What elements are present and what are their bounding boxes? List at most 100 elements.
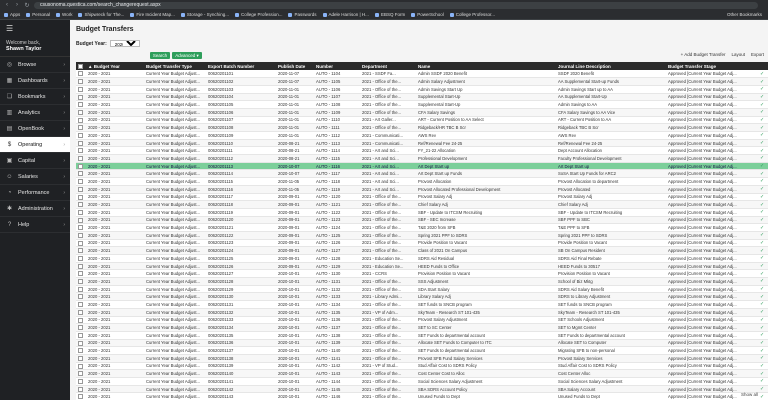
table-row[interactable]: 2020 - 2021 Current Year Budget Adjust...…	[76, 70, 768, 79]
row-checkbox-cell[interactable]	[76, 354, 86, 363]
table-row[interactable]: 2020 - 2021 Current Year Budget Adjust...…	[76, 77, 768, 86]
table-row[interactable]: 2020 - 2021 Current Year Budget Adjust...…	[76, 308, 768, 317]
table-row[interactable]: 2020 - 2021 Current Year Budget Adjust...…	[76, 139, 768, 148]
row-checkbox[interactable]	[78, 194, 83, 200]
row-checkbox[interactable]	[78, 363, 83, 369]
table-row[interactable]: 2020 - 2021 Current Year Budget Adjust...…	[76, 85, 768, 94]
table-row[interactable]: 2020 - 2021 Current Year Budget Adjust...…	[76, 208, 768, 217]
row-checkbox-cell[interactable]	[76, 239, 86, 248]
row-checkbox[interactable]	[78, 271, 83, 277]
row-checkbox[interactable]	[78, 302, 83, 308]
select-all-checkbox[interactable]	[78, 63, 83, 69]
row-checkbox[interactable]	[78, 256, 83, 262]
sidebar-item-performance[interactable]: ◔ Performance ›	[0, 185, 70, 201]
row-checkbox-cell[interactable]	[76, 216, 86, 225]
row-checkbox[interactable]	[78, 348, 83, 354]
row-checkbox[interactable]	[78, 225, 83, 231]
row-checkbox-cell[interactable]	[76, 123, 86, 132]
row-checkbox-cell[interactable]	[76, 246, 86, 255]
table-row[interactable]: 2020 - 2021 Current Year Budget Adjust...…	[76, 185, 768, 194]
row-checkbox-cell[interactable]	[76, 300, 86, 309]
column-header[interactable]: Export Batch Number	[206, 62, 276, 70]
sidebar-item-analytics[interactable]: ▥ Analytics ›	[0, 105, 70, 121]
row-checkbox[interactable]	[78, 202, 83, 208]
row-checkbox-cell[interactable]	[76, 339, 86, 348]
column-header[interactable]: Department	[360, 62, 416, 70]
add-budget-transfer-button[interactable]: + Add Budget Transfer	[681, 52, 726, 57]
row-checkbox[interactable]	[78, 355, 83, 361]
table-row[interactable]: 2020 - 2021 Current Year Budget Adjust...…	[76, 108, 768, 117]
table-row[interactable]: 2020 - 2021 Current Year Budget Adjust...…	[76, 146, 768, 156]
table-row[interactable]: 2020 - 2021 Current Year Budget Adjust...…	[76, 377, 768, 386]
bookmark-item[interactable]: Passwords	[288, 12, 317, 17]
row-checkbox[interactable]	[78, 209, 83, 215]
advanced-button[interactable]: Advanced ▾	[172, 52, 202, 59]
table-row[interactable]: 2020 - 2021 Current Year Budget Adjust...…	[76, 154, 768, 163]
table-row[interactable]: 2020 - 2021 Current Year Budget Adjust...…	[76, 323, 768, 332]
row-checkbox-cell[interactable]	[76, 392, 86, 400]
table-row[interactable]: 2020 - 2021 Current Year Budget Adjust...…	[76, 392, 768, 400]
sidebar-item-bookmarks[interactable]: ❏ Bookmarks ›	[0, 89, 70, 105]
row-checkbox[interactable]	[78, 394, 83, 400]
row-checkbox-cell[interactable]	[76, 292, 86, 302]
row-checkbox-cell[interactable]	[76, 154, 86, 163]
sidebar-item-operating[interactable]: $ Operating ›	[0, 137, 70, 153]
column-header[interactable]: Publish Date	[276, 62, 314, 70]
other-bookmarks[interactable]: Other Bookmarks	[727, 12, 762, 17]
table-row[interactable]: 2020 - 2021 Current Year Budget Adjust...…	[76, 331, 768, 340]
row-checkbox[interactable]	[78, 86, 83, 92]
table-row[interactable]: 2020 - 2021 Current Year Budget Adjust...…	[76, 231, 768, 240]
table-row[interactable]: 2020 - 2021 Current Year Budget Adjust...…	[76, 285, 768, 294]
row-checkbox[interactable]	[78, 179, 83, 185]
row-checkbox[interactable]	[78, 386, 83, 392]
bookmark-item[interactable]: Fire Incident Map...	[130, 12, 175, 17]
menu-icon[interactable]: ☰	[0, 20, 70, 36]
table-row[interactable]: 2020 - 2021 Current Year Budget Adjust...…	[76, 216, 768, 225]
row-checkbox-cell[interactable]	[76, 146, 86, 156]
column-header[interactable]: Name	[416, 62, 556, 70]
row-checkbox-cell[interactable]	[76, 385, 86, 394]
bookmark-item[interactable]: EBSQ Form	[374, 12, 405, 17]
table-row[interactable]: 2020 - 2021 Current Year Budget Adjust...…	[76, 177, 768, 186]
row-checkbox[interactable]	[78, 279, 83, 285]
bookmark-item[interactable]: Apps	[4, 12, 20, 17]
row-checkbox[interactable]	[78, 117, 83, 123]
row-checkbox[interactable]	[78, 294, 83, 300]
bookmark-item[interactable]: PowerSchool	[411, 12, 444, 17]
column-header[interactable]: Journal Line Description	[556, 62, 666, 70]
table-row[interactable]: 2020 - 2021 Current Year Budget Adjust...…	[76, 100, 768, 109]
table-row[interactable]: 2020 - 2021 Current Year Budget Adjust...…	[76, 169, 768, 179]
row-checkbox[interactable]	[78, 286, 83, 292]
row-checkbox[interactable]	[78, 163, 83, 169]
row-checkbox-cell[interactable]	[76, 316, 86, 325]
bookmark-item[interactable]: College Professor...	[449, 12, 495, 17]
row-checkbox[interactable]	[78, 102, 83, 108]
row-checkbox[interactable]	[78, 232, 83, 238]
row-checkbox[interactable]	[78, 148, 83, 154]
row-checkbox[interactable]	[78, 125, 83, 131]
table-row[interactable]: 2020 - 2021 Current Year Budget Adjust...…	[76, 354, 768, 363]
bookmark-item[interactable]: College Profession...	[234, 12, 282, 17]
row-checkbox-cell[interactable]	[76, 208, 86, 217]
search-button[interactable]: Search	[150, 52, 170, 59]
table-row[interactable]: 2020 - 2021 Current Year Budget Adjust...…	[76, 239, 768, 248]
row-checkbox-cell[interactable]	[76, 323, 86, 332]
table-row[interactable]: 2020 - 2021 Current Year Budget Adjust...…	[76, 262, 768, 271]
column-header[interactable]: Number	[314, 62, 360, 70]
sidebar-item-capital[interactable]: ▣ Capital ›	[0, 153, 70, 169]
column-header[interactable]	[76, 62, 86, 70]
row-checkbox-cell[interactable]	[76, 93, 86, 102]
row-checkbox[interactable]	[78, 156, 83, 162]
row-checkbox-cell[interactable]	[76, 108, 86, 117]
reload-icon[interactable]: ↻	[24, 2, 30, 9]
table-row[interactable]: 2020 - 2021 Current Year Budget Adjust...…	[76, 93, 768, 102]
row-checkbox[interactable]	[78, 140, 83, 146]
row-checkbox-cell[interactable]	[76, 285, 86, 294]
budget-year-select[interactable]: 2020 - 2021	[109, 40, 140, 47]
table-row[interactable]: 2020 - 2021 Current Year Budget Adjust...…	[76, 116, 768, 125]
row-checkbox[interactable]	[78, 309, 83, 315]
table-row[interactable]: 2020 - 2021 Current Year Budget Adjust...…	[76, 362, 768, 371]
export-button[interactable]: Export	[751, 52, 764, 57]
row-checkbox-cell[interactable]	[76, 162, 86, 171]
row-checkbox-cell[interactable]	[76, 200, 86, 209]
